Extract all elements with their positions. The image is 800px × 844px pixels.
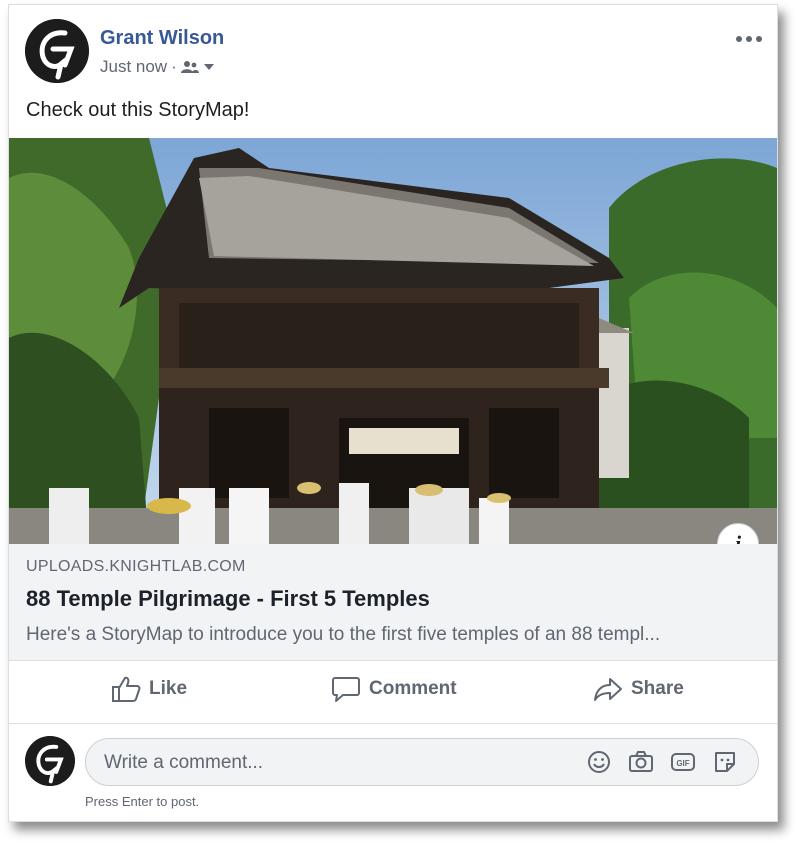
emoji-icon[interactable] bbox=[586, 749, 612, 775]
share-button[interactable]: Share bbox=[593, 675, 684, 703]
comment-placeholder: Write a comment... bbox=[104, 752, 264, 773]
link-preview[interactable]: UPLOADS.KNIGHTLAB.COM 88 Temple Pilgrima… bbox=[9, 544, 777, 661]
like-button[interactable]: Like bbox=[111, 675, 187, 703]
more-icon bbox=[736, 36, 762, 42]
chevron-down-icon[interactable] bbox=[203, 63, 215, 71]
friends-icon[interactable] bbox=[180, 60, 199, 74]
link-title[interactable]: 88 Temple Pilgrimage - First 5 Temples bbox=[26, 586, 430, 612]
share-icon bbox=[594, 678, 622, 701]
gif-icon[interactable]: GIF bbox=[670, 749, 696, 775]
camera-icon[interactable] bbox=[628, 749, 654, 775]
link-description: Here's a StoryMap to introduce you to th… bbox=[26, 624, 661, 645]
avatar-logo-icon bbox=[25, 19, 89, 83]
link-domain: UPLOADS.KNIGHTLAB.COM bbox=[26, 558, 246, 575]
temple-photo bbox=[9, 138, 777, 544]
link-preview-image[interactable] bbox=[9, 138, 777, 544]
comment-input[interactable]: Write a comment... GIF bbox=[85, 738, 759, 786]
post-meta: Just now · bbox=[100, 57, 215, 77]
svg-text:GIF: GIF bbox=[676, 759, 689, 768]
sticker-icon[interactable] bbox=[712, 749, 738, 775]
comment-hint: Press Enter to post. bbox=[85, 794, 200, 809]
comment-label: Comment bbox=[369, 678, 457, 699]
commenter-avatar[interactable] bbox=[25, 736, 75, 786]
post-text: Check out this StoryMap! bbox=[26, 99, 250, 121]
avatar-logo-icon bbox=[25, 736, 75, 786]
comment-field-icons: GIF bbox=[586, 749, 738, 775]
timestamp[interactable]: Just now bbox=[100, 57, 167, 77]
comment-icon bbox=[332, 677, 360, 702]
post-card: Grant Wilson Just now · Check out this S… bbox=[8, 4, 778, 822]
more-options-button[interactable] bbox=[735, 23, 763, 49]
meta-separator: · bbox=[171, 57, 177, 76]
action-bar: Like Comment Share bbox=[9, 661, 777, 724]
author-avatar[interactable] bbox=[25, 19, 89, 83]
like-label: Like bbox=[149, 678, 188, 699]
comment-button[interactable]: Comment bbox=[331, 675, 457, 703]
author-name[interactable]: Grant Wilson bbox=[100, 27, 224, 50]
share-label: Share bbox=[631, 678, 684, 699]
like-icon bbox=[112, 676, 141, 702]
